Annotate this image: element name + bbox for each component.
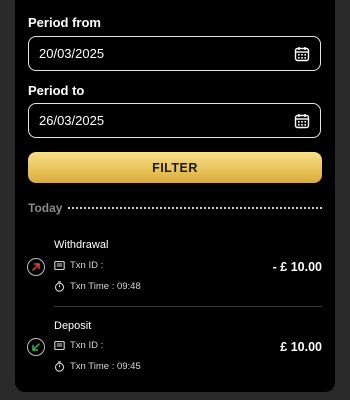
dotted-divider [68,207,322,209]
date-group-header: Today [28,200,322,216]
calendar-icon[interactable] [294,46,310,62]
stopwatch-icon [54,361,65,372]
filter-button[interactable]: FILTER [28,152,322,183]
arrow-down-left-icon [27,338,45,356]
period-from-input[interactable]: 20/03/2025 [28,36,321,71]
txn-id-row: Txn ID : [54,260,103,271]
period-to-value: 26/03/2025 [39,113,105,128]
txn-id-label: Txn ID : [70,340,104,351]
txn-id-row: Txn ID : [54,340,103,351]
transaction-amount: - £ 10.00 [272,260,322,274]
transaction-divider [54,306,322,307]
arrow-up-right-icon [27,258,45,276]
transaction-history-panel: Period from 20/03/2025 Period to 26/03/2… [15,0,335,392]
txn-time: Txn Time : 09:48 [70,281,141,292]
date-group-label: Today [28,201,63,215]
period-from-label: Period from [28,15,101,30]
transaction-type: Withdrawal [54,239,109,251]
calendar-icon[interactable] [294,113,310,129]
txn-time-row: Txn Time : 09:48 [54,281,141,292]
txn-id-label: Txn ID : [70,260,104,271]
receipt-icon [54,260,65,271]
txn-time: Txn Time : 09:45 [70,361,141,372]
transaction-amount: £ 10.00 [280,340,322,354]
period-to-label: Period to [28,83,85,98]
stopwatch-icon [54,281,65,292]
txn-time-row: Txn Time : 09:45 [54,361,141,372]
receipt-icon [54,340,65,351]
period-from-value: 20/03/2025 [39,46,105,61]
period-to-input[interactable]: 26/03/2025 [28,103,321,138]
transaction-type: Deposit [54,320,92,332]
